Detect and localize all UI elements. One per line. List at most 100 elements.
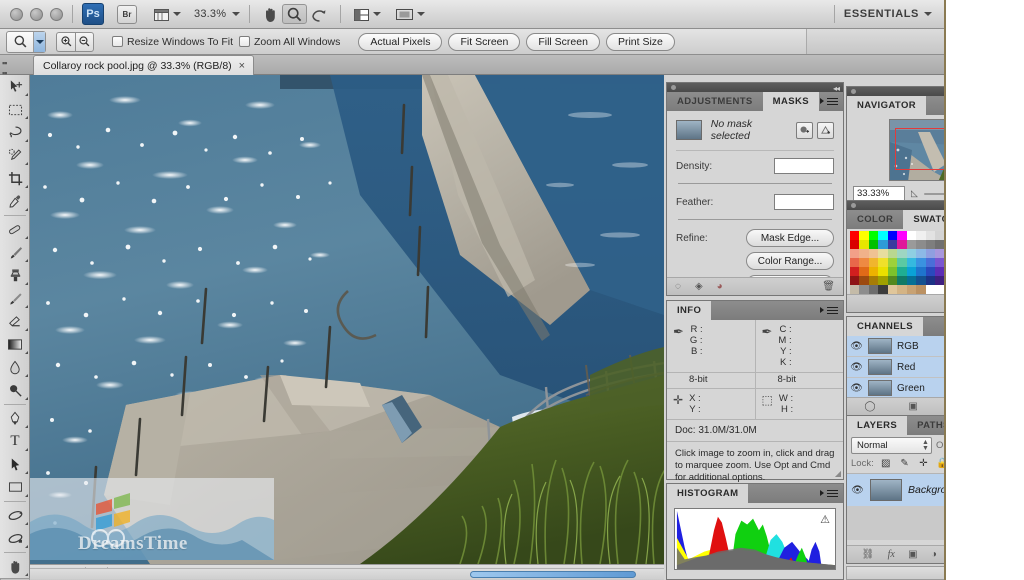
lock-all-icon[interactable]: 🔒 xyxy=(935,457,946,471)
color-swatch[interactable] xyxy=(907,258,916,267)
color-swatch[interactable] xyxy=(944,231,946,240)
tool-eyedropper[interactable] xyxy=(0,190,30,213)
density-input[interactable] xyxy=(774,158,834,174)
tab-masks[interactable]: MASKS xyxy=(763,92,819,111)
mask-from-selection-icon[interactable]: ◌ xyxy=(675,281,681,292)
screen-mode-button[interactable] xyxy=(392,4,428,24)
checkbox-box[interactable] xyxy=(112,36,123,47)
navigator-thumbnail[interactable] xyxy=(889,119,946,181)
color-swatch[interactable] xyxy=(869,231,878,240)
color-swatch[interactable] xyxy=(916,267,925,276)
color-swatch[interactable] xyxy=(916,231,925,240)
disable-mask-icon[interactable]: ◕ xyxy=(717,281,723,292)
color-swatch[interactable] xyxy=(916,276,925,285)
layer-mask-icon[interactable]: ▣ xyxy=(908,549,917,560)
tab-channels[interactable]: CHANNELS xyxy=(847,317,923,336)
channel-row-green[interactable]: 👁 Green ⌘4 xyxy=(847,378,946,399)
color-swatch[interactable] xyxy=(944,276,946,285)
mask-edge-button[interactable]: Mask Edge... xyxy=(746,229,834,247)
color-swatch[interactable] xyxy=(850,258,859,267)
tool-dodge[interactable] xyxy=(0,379,30,402)
tab-layers[interactable]: LAYERS xyxy=(847,416,907,435)
tool-history-brush[interactable] xyxy=(0,287,30,310)
color-swatch[interactable] xyxy=(897,240,906,249)
color-swatch[interactable] xyxy=(878,240,887,249)
stepper-icon[interactable]: ▲▼ xyxy=(922,440,929,452)
color-swatch[interactable] xyxy=(850,249,859,258)
minimize-window-button[interactable] xyxy=(30,8,43,21)
lock-position-icon[interactable]: ✛ xyxy=(917,457,931,471)
zoom-tool-button[interactable] xyxy=(282,4,307,24)
horizontal-scrollbar-thumb[interactable] xyxy=(470,571,636,578)
color-swatch[interactable] xyxy=(869,249,878,258)
bottom-nav-strip[interactable]: ◀ ▶ xyxy=(846,566,946,580)
navigator-panel-tabs[interactable]: NAVIGATOR xyxy=(847,96,946,115)
color-swatch[interactable] xyxy=(935,267,944,276)
color-swatch[interactable] xyxy=(907,285,916,294)
tool-brush[interactable] xyxy=(0,241,30,264)
color-swatch[interactable] xyxy=(859,285,868,294)
color-swatch[interactable] xyxy=(859,231,868,240)
color-swatch[interactable] xyxy=(859,276,868,285)
color-swatch[interactable] xyxy=(869,240,878,249)
color-swatch[interactable] xyxy=(926,240,935,249)
color-swatch[interactable] xyxy=(878,267,887,276)
fit-screen-button[interactable]: Fit Screen xyxy=(448,33,520,51)
navigator-panel-titlebar[interactable]: ◂◂ xyxy=(847,87,946,96)
mask-thumbnail[interactable] xyxy=(676,120,702,140)
histogram-warning-icon[interactable]: ⚠ xyxy=(820,513,830,526)
color-swatch[interactable] xyxy=(888,240,897,249)
tab-color[interactable]: COLOR xyxy=(847,210,903,229)
color-swatch[interactable] xyxy=(888,267,897,276)
color-swatch[interactable] xyxy=(926,231,935,240)
tab-paths[interactable]: PATHS xyxy=(907,416,946,435)
color-range-button[interactable]: Color Range... xyxy=(746,252,834,270)
color-swatch[interactable] xyxy=(859,249,868,258)
density-slider[interactable] xyxy=(678,183,832,184)
color-swatch[interactable] xyxy=(888,276,897,285)
navigator-zoom-slider[interactable] xyxy=(924,188,946,200)
info-panel-menu-button[interactable] xyxy=(820,305,838,316)
add-pixel-mask-icon[interactable] xyxy=(796,122,813,139)
zoom-out-small-icon[interactable]: ◺ xyxy=(911,188,918,199)
close-window-button[interactable] xyxy=(10,8,23,21)
color-swatch[interactable] xyxy=(907,240,916,249)
color-swatch[interactable] xyxy=(907,231,916,240)
histogram-panel-menu-button[interactable] xyxy=(820,488,838,499)
color-swatch[interactable] xyxy=(869,267,878,276)
close-icon[interactable]: × xyxy=(239,60,245,72)
color-swatch[interactable] xyxy=(869,258,878,267)
masks-panel-titlebar[interactable]: ◂◂ xyxy=(667,83,843,92)
layer-style-icon[interactable]: fx xyxy=(888,549,895,560)
tool-3d-orbit[interactable] xyxy=(0,527,30,550)
color-swatch[interactable] xyxy=(878,249,887,258)
tool-rectangle-shape[interactable] xyxy=(0,476,30,499)
masks-panel-menu-button[interactable] xyxy=(820,96,838,107)
horizontal-scrollbar[interactable] xyxy=(30,568,664,579)
color-swatch[interactable] xyxy=(944,249,946,258)
color-swatch[interactable] xyxy=(850,285,859,294)
feather-input[interactable] xyxy=(774,194,834,210)
tool-3d-rotate[interactable] xyxy=(0,504,30,527)
color-swatch[interactable] xyxy=(926,267,935,276)
channel-row-red[interactable]: 👁 Red ⌘3 xyxy=(847,357,946,378)
color-swatch[interactable] xyxy=(888,258,897,267)
info-panel-tabs[interactable]: INFO xyxy=(667,301,843,320)
color-swatch[interactable] xyxy=(944,285,946,294)
color-swatch[interactable] xyxy=(944,258,946,267)
color-swatch[interactable] xyxy=(878,258,887,267)
color-swatch[interactable] xyxy=(935,258,944,267)
channels-panel-tabs[interactable]: CHANNELS xyxy=(847,317,946,336)
color-swatch[interactable] xyxy=(916,240,925,249)
eye-icon[interactable]: 👁 xyxy=(850,362,863,373)
color-swatch[interactable] xyxy=(859,240,868,249)
navigator-view-box[interactable] xyxy=(895,128,946,170)
eye-icon[interactable]: 👁 xyxy=(850,383,863,394)
color-swatch[interactable] xyxy=(897,258,906,267)
tool-clone-stamp[interactable] xyxy=(0,264,30,287)
lock-transparent-pixels-icon[interactable]: ▨ xyxy=(879,457,893,471)
color-swatch[interactable] xyxy=(935,276,944,285)
feather-slider[interactable] xyxy=(678,219,832,220)
save-selection-icon[interactable]: ▣ xyxy=(908,401,917,412)
color-swatch[interactable] xyxy=(916,285,925,294)
